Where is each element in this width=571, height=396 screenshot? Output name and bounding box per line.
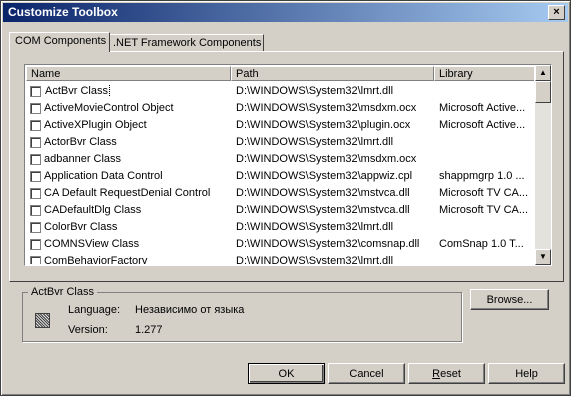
row-library: shappmgrp 1.0 ... <box>439 170 525 182</box>
row-name: ActiveMovieControl Object <box>44 102 224 114</box>
list-header: Name Path Library <box>26 66 534 82</box>
tab-com-components[interactable]: COM Components <box>9 32 110 52</box>
row-name: CADefaultDlg Class <box>44 204 224 216</box>
reset-label: eset <box>440 368 461 380</box>
row-name: ActiveXPlugin Object <box>44 119 224 131</box>
table-row[interactable]: CADefaultDlg Class D:\WINDOWS\System32\ms… <box>26 202 534 219</box>
row-path: D:\WINDOWS\System32\lmrt.dll <box>236 136 394 148</box>
version-value: 1.277 <box>135 324 163 336</box>
row-path: D:\WINDOWS\System32\lmrt.dll <box>236 85 394 97</box>
ok-button[interactable]: OK <box>248 363 325 384</box>
tab-panel: Name Path Library ActBvr Class D:\WINDOWS… <box>9 51 564 282</box>
customize-toolbox-dialog: Customize Toolbox × COM Components .NET … <box>0 0 571 396</box>
version-label: Version: <box>68 324 108 336</box>
row-name-text: COMNSView Class <box>44 238 140 250</box>
component-icon <box>35 313 50 328</box>
row-name: adbanner Class <box>44 153 224 165</box>
group-title: ActBvr Class <box>28 286 97 298</box>
row-path: D:\WINDOWS\System32\msdxm.ocx <box>236 153 417 165</box>
row-name-text: CA Default RequestDenial Control <box>44 187 211 199</box>
row-checkbox[interactable] <box>30 256 41 264</box>
reset-button[interactable]: Reset <box>408 363 485 384</box>
row-name-text: ComBehaviorFactory <box>44 255 148 264</box>
table-row[interactable]: ActiveXPlugin Object D:\WINDOWS\System32\… <box>26 117 534 134</box>
table-row[interactable]: Application Data Control D:\WINDOWS\Syste… <box>26 168 534 185</box>
row-name: ActBvr Class <box>44 85 224 97</box>
table-row[interactable]: ActorBvr Class D:\WINDOWS\System32\lmrt.d… <box>26 134 534 151</box>
row-name-text: ActiveXPlugin Object <box>44 119 147 131</box>
vertical-scrollbar[interactable]: ▲ ▼ <box>535 65 551 265</box>
row-name-text: ActBvr Class <box>44 85 110 97</box>
row-name: ComBehaviorFactory <box>44 255 224 264</box>
row-checkbox[interactable] <box>30 222 41 233</box>
column-header-library[interactable]: Library <box>434 66 534 81</box>
row-path: D:\WINDOWS\System32\mstvca.dll <box>236 187 410 199</box>
row-checkbox[interactable] <box>30 154 41 165</box>
cancel-button[interactable]: Cancel <box>328 363 405 384</box>
scroll-down-icon[interactable]: ▼ <box>535 249 551 265</box>
row-name: COMNSView Class <box>44 238 224 250</box>
components-list[interactable]: Name Path Library ActBvr Class D:\WINDOWS… <box>24 64 552 266</box>
table-row[interactable]: ComBehaviorFactory D:\WINDOWS\System32\lm… <box>26 253 534 264</box>
row-name: ActorBvr Class <box>44 136 224 148</box>
row-name: Application Data Control <box>44 170 224 182</box>
row-name-text: ActorBvr Class <box>44 136 117 148</box>
table-row[interactable]: ActBvr Class D:\WINDOWS\System32\lmrt.dll <box>26 83 534 100</box>
row-checkbox[interactable] <box>30 103 41 114</box>
row-path: D:\WINDOWS\System32\lmrt.dll <box>236 221 394 233</box>
row-path: D:\WINDOWS\System32\msdxm.ocx <box>236 102 417 114</box>
window-title: Customize Toolbox <box>8 5 118 19</box>
row-library: Microsoft TV CA... <box>439 204 529 216</box>
column-header-path[interactable]: Path <box>231 66 434 81</box>
language-label: Language: <box>68 304 120 316</box>
table-row[interactable]: COMNSView Class D:\WINDOWS\System32\comsn… <box>26 236 534 253</box>
row-path: D:\WINDOWS\System32\lmrt.dll <box>236 255 394 264</box>
list-rows: ActBvr Class D:\WINDOWS\System32\lmrt.dll… <box>26 83 534 264</box>
reset-mnemonic: R <box>432 368 441 380</box>
close-icon[interactable]: × <box>548 5 565 20</box>
row-path: D:\WINDOWS\System32\appwiz.cpl <box>236 170 413 182</box>
table-row[interactable]: CA Default RequestDenial Control D:\WINDO… <box>26 185 534 202</box>
title-bar[interactable]: Customize Toolbox × <box>3 3 568 22</box>
tab-net-framework-components[interactable]: .NET Framework Components <box>107 34 264 52</box>
row-library: ComSnap 1.0 T... <box>439 238 524 250</box>
row-name-text: Application Data Control <box>44 170 163 182</box>
row-checkbox[interactable] <box>30 120 41 131</box>
row-path: D:\WINDOWS\System32\comsnap.dll <box>236 238 420 250</box>
table-row[interactable]: ColorBvr Class D:\WINDOWS\System32\lmrt.d… <box>26 219 534 236</box>
component-info-group: ActBvr Class Language: Независимо от язы… <box>22 286 462 342</box>
row-library: Microsoft TV CA... <box>439 187 529 199</box>
row-path: D:\WINDOWS\System32\plugin.ocx <box>236 119 411 131</box>
row-checkbox[interactable] <box>30 86 41 97</box>
scroll-thumb[interactable] <box>535 81 551 103</box>
row-checkbox[interactable] <box>30 137 41 148</box>
row-name-text: ColorBvr Class <box>44 221 118 233</box>
scroll-up-icon[interactable]: ▲ <box>535 65 551 81</box>
row-library: Microsoft Active... <box>439 119 526 131</box>
row-checkbox[interactable] <box>30 188 41 199</box>
row-checkbox[interactable] <box>30 205 41 216</box>
row-name-text: ActiveMovieControl Object <box>44 102 174 114</box>
help-button[interactable]: Help <box>488 363 565 384</box>
browse-button[interactable]: Browse... <box>470 289 549 310</box>
row-name-text: adbanner Class <box>44 153 122 165</box>
row-name: ColorBvr Class <box>44 221 224 233</box>
row-name: CA Default RequestDenial Control <box>44 187 224 199</box>
language-value: Независимо от языка <box>135 304 245 316</box>
table-row[interactable]: adbanner Class D:\WINDOWS\System32\msdxm.… <box>26 151 534 168</box>
table-row[interactable]: ActiveMovieControl Object D:\WINDOWS\Syst… <box>26 100 534 117</box>
row-library: Microsoft Active... <box>439 102 526 114</box>
column-header-name[interactable]: Name <box>26 66 231 81</box>
row-checkbox[interactable] <box>30 239 41 250</box>
row-name-text: CADefaultDlg Class <box>44 204 142 216</box>
row-path: D:\WINDOWS\System32\mstvca.dll <box>236 204 410 216</box>
row-checkbox[interactable] <box>30 171 41 182</box>
